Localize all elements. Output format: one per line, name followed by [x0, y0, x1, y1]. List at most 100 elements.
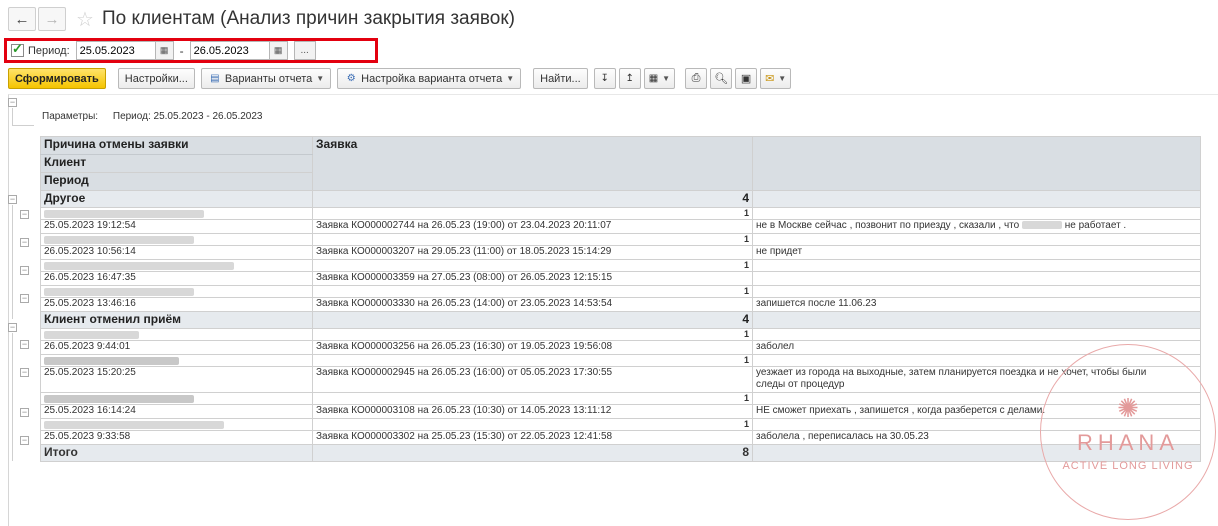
variant-settings-button[interactable]: ⚙ Настройка варианта отчета ▼ [337, 68, 522, 89]
client-row[interactable]: 1 [40, 207, 1201, 220]
header-comment [752, 136, 1201, 191]
collapse-groups-button[interactable]: ↥ [618, 68, 641, 89]
send-mail-button[interactable]: ✉ ▼ [760, 68, 792, 89]
request-link[interactable]: Заявка КО000003108 на 26.05.23 (10:30) о… [312, 404, 753, 419]
group-row[interactable]: Клиент отменил приём 4 [40, 311, 1201, 329]
chevron-down-icon: ▼ [506, 74, 515, 83]
table-row[interactable]: 25.05.2023 13:46:16 Заявка КО000003330 н… [40, 297, 1201, 312]
redacted-text [44, 261, 234, 270]
watermark-name: RHANA [1076, 429, 1179, 455]
save-icon: ▣ [740, 73, 752, 85]
redacted-text [44, 287, 194, 296]
redacted-text [1021, 221, 1062, 230]
tree-line [12, 108, 13, 126]
period-more-button[interactable]: ... [293, 41, 316, 60]
save-button[interactable]: ▣ [735, 68, 758, 89]
table-row[interactable]: 26.05.2023 16:47:35 Заявка КО000003359 н… [40, 271, 1201, 286]
calendar-from-button[interactable]: ▦ [154, 41, 174, 60]
report-toolbar: Сформировать Настройки... ▤ Варианты отч… [8, 67, 1218, 90]
table-row[interactable]: 25.05.2023 15:20:25 Заявка КО000002945 н… [40, 366, 1201, 393]
request-link[interactable]: Заявка КО000003207 на 29.05.23 (11:00) о… [312, 245, 753, 260]
settings-button[interactable]: Настройки... [117, 68, 195, 89]
report-variants-icon: ▤ [210, 72, 220, 84]
period-checkbox[interactable] [11, 41, 24, 57]
find-button[interactable]: Найти... [533, 68, 588, 89]
row-toggle[interactable]: − [20, 294, 29, 303]
star-icon[interactable]: ☆ [76, 7, 94, 32]
cancel-date: 25.05.2023 16:14:24 [40, 404, 313, 419]
table-row[interactable]: 25.05.2023 19:12:54 Заявка КО000002744 н… [40, 219, 1201, 234]
preview-button[interactable]: 🔍︎ [710, 68, 733, 89]
table-row[interactable]: 26.05.2023 9:44:01 Заявка КО000003256 на… [40, 340, 1201, 355]
rhana-watermark: ✺ RHANA ACTIVE LONG LIVING [1040, 344, 1216, 520]
group-level-button[interactable]: ▦ ▼ [643, 68, 676, 89]
variant-settings-label: Настройка варианта отчета [361, 72, 503, 85]
client-name-redacted [40, 354, 313, 367]
group-toggle-other[interactable]: − [8, 195, 17, 204]
period-from-input[interactable] [75, 41, 156, 60]
client-count: 1 [312, 328, 753, 341]
generate-button[interactable]: Сформировать [8, 68, 106, 89]
row-toggle[interactable]: − [20, 340, 29, 349]
client-row[interactable]: 1 [40, 328, 1201, 341]
row-toggle[interactable]: − [20, 266, 29, 275]
group-level-icon: ▦ [648, 73, 659, 84]
request-link[interactable]: Заявка КО000003256 на 26.05.23 (16:30) о… [312, 340, 753, 355]
cancel-date: 25.05.2023 13:46:16 [40, 297, 313, 312]
collapse-groups-icon: ↥ [625, 73, 634, 84]
client-row[interactable]: 1 [40, 392, 1201, 405]
table-row[interactable]: 25.05.2023 16:14:24 Заявка КО000003108 н… [40, 404, 1201, 419]
client-name-redacted [40, 418, 313, 431]
table-row[interactable]: 25.05.2023 9:33:58 Заявка КО000003302 на… [40, 430, 1201, 445]
request-link[interactable]: Заявка КО000003330 на 26.05.23 (14:00) о… [312, 297, 753, 312]
calendar-icon: ▦ [273, 45, 283, 55]
client-row[interactable]: 1 [40, 233, 1201, 246]
row-toggle[interactable]: − [20, 408, 29, 417]
request-link[interactable]: Заявка КО000002945 на 26.05.23 (16:00) о… [312, 366, 753, 393]
redacted-text [44, 235, 194, 244]
cancel-date: 26.05.2023 9:44:01 [40, 340, 313, 355]
report-parameters: Параметры: Период: 25.05.2023 - 26.05.20… [42, 111, 263, 122]
forward-button[interactable]: → [38, 7, 66, 31]
client-row[interactable]: 1 [40, 259, 1201, 272]
expand-groups-icon: ↧ [600, 73, 609, 84]
cancel-date: 25.05.2023 19:12:54 [40, 219, 313, 234]
parameters-value: Период: 25.05.2023 - 26.05.2023 [112, 111, 263, 122]
comment-cell: не в Москве сейчас , позвонит по приезду… [752, 219, 1201, 234]
client-name-redacted [40, 259, 313, 272]
client-count: 1 [312, 418, 753, 431]
collapse-toggle[interactable]: − [8, 98, 17, 107]
row-toggle[interactable]: − [20, 436, 29, 445]
expand-groups-button[interactable]: ↧ [593, 68, 616, 89]
print-button[interactable]: ⎙ [685, 68, 708, 89]
chevron-down-icon: ▼ [316, 74, 325, 83]
preview-icon: 🔍︎ [714, 73, 729, 85]
group-count: 4 [312, 311, 753, 329]
total-count: 8 [312, 444, 753, 462]
client-row[interactable]: 1 [40, 418, 1201, 431]
back-button[interactable]: ← [8, 7, 36, 31]
report-variants-button[interactable]: ▤ Варианты отчета ▼ [200, 68, 332, 89]
client-row[interactable]: 1 [40, 354, 1201, 367]
row-toggle[interactable]: − [20, 238, 29, 247]
comment-tail: не работает . [1064, 220, 1127, 231]
row-toggle[interactable]: − [20, 368, 29, 377]
chevron-down-icon: ▼ [778, 74, 787, 83]
client-name-redacted [40, 207, 313, 220]
client-count: 1 [312, 392, 753, 405]
table-row[interactable]: 26.05.2023 10:56:14 Заявка КО000003207 н… [40, 245, 1201, 260]
client-row[interactable]: 1 [40, 285, 1201, 298]
period-to-input[interactable] [189, 41, 270, 60]
request-link[interactable]: Заявка КО000003302 на 25.05.23 (15:30) о… [312, 430, 753, 445]
group-row[interactable]: Другое 4 [40, 190, 1201, 208]
calendar-to-button[interactable]: ▦ [268, 41, 288, 60]
request-link[interactable]: Заявка КО000003359 на 27.05.23 (08:00) о… [312, 271, 753, 286]
title-bar: ← → ☆ По клиентам (Анализ причин закрыти… [0, 0, 1218, 38]
row-toggle[interactable]: − [20, 210, 29, 219]
request-link[interactable]: Заявка КО000002744 на 26.05.23 (19:00) о… [312, 219, 753, 234]
group-toggle-client-cancel[interactable]: − [8, 323, 17, 332]
client-name-redacted [40, 285, 313, 298]
report-table: Причина отмены заявки Заявка Клиент Пери… [40, 136, 1201, 462]
watermark-tagline: ACTIVE LONG LIVING [1062, 459, 1194, 472]
group-name: Клиент отменил приём [40, 311, 313, 329]
